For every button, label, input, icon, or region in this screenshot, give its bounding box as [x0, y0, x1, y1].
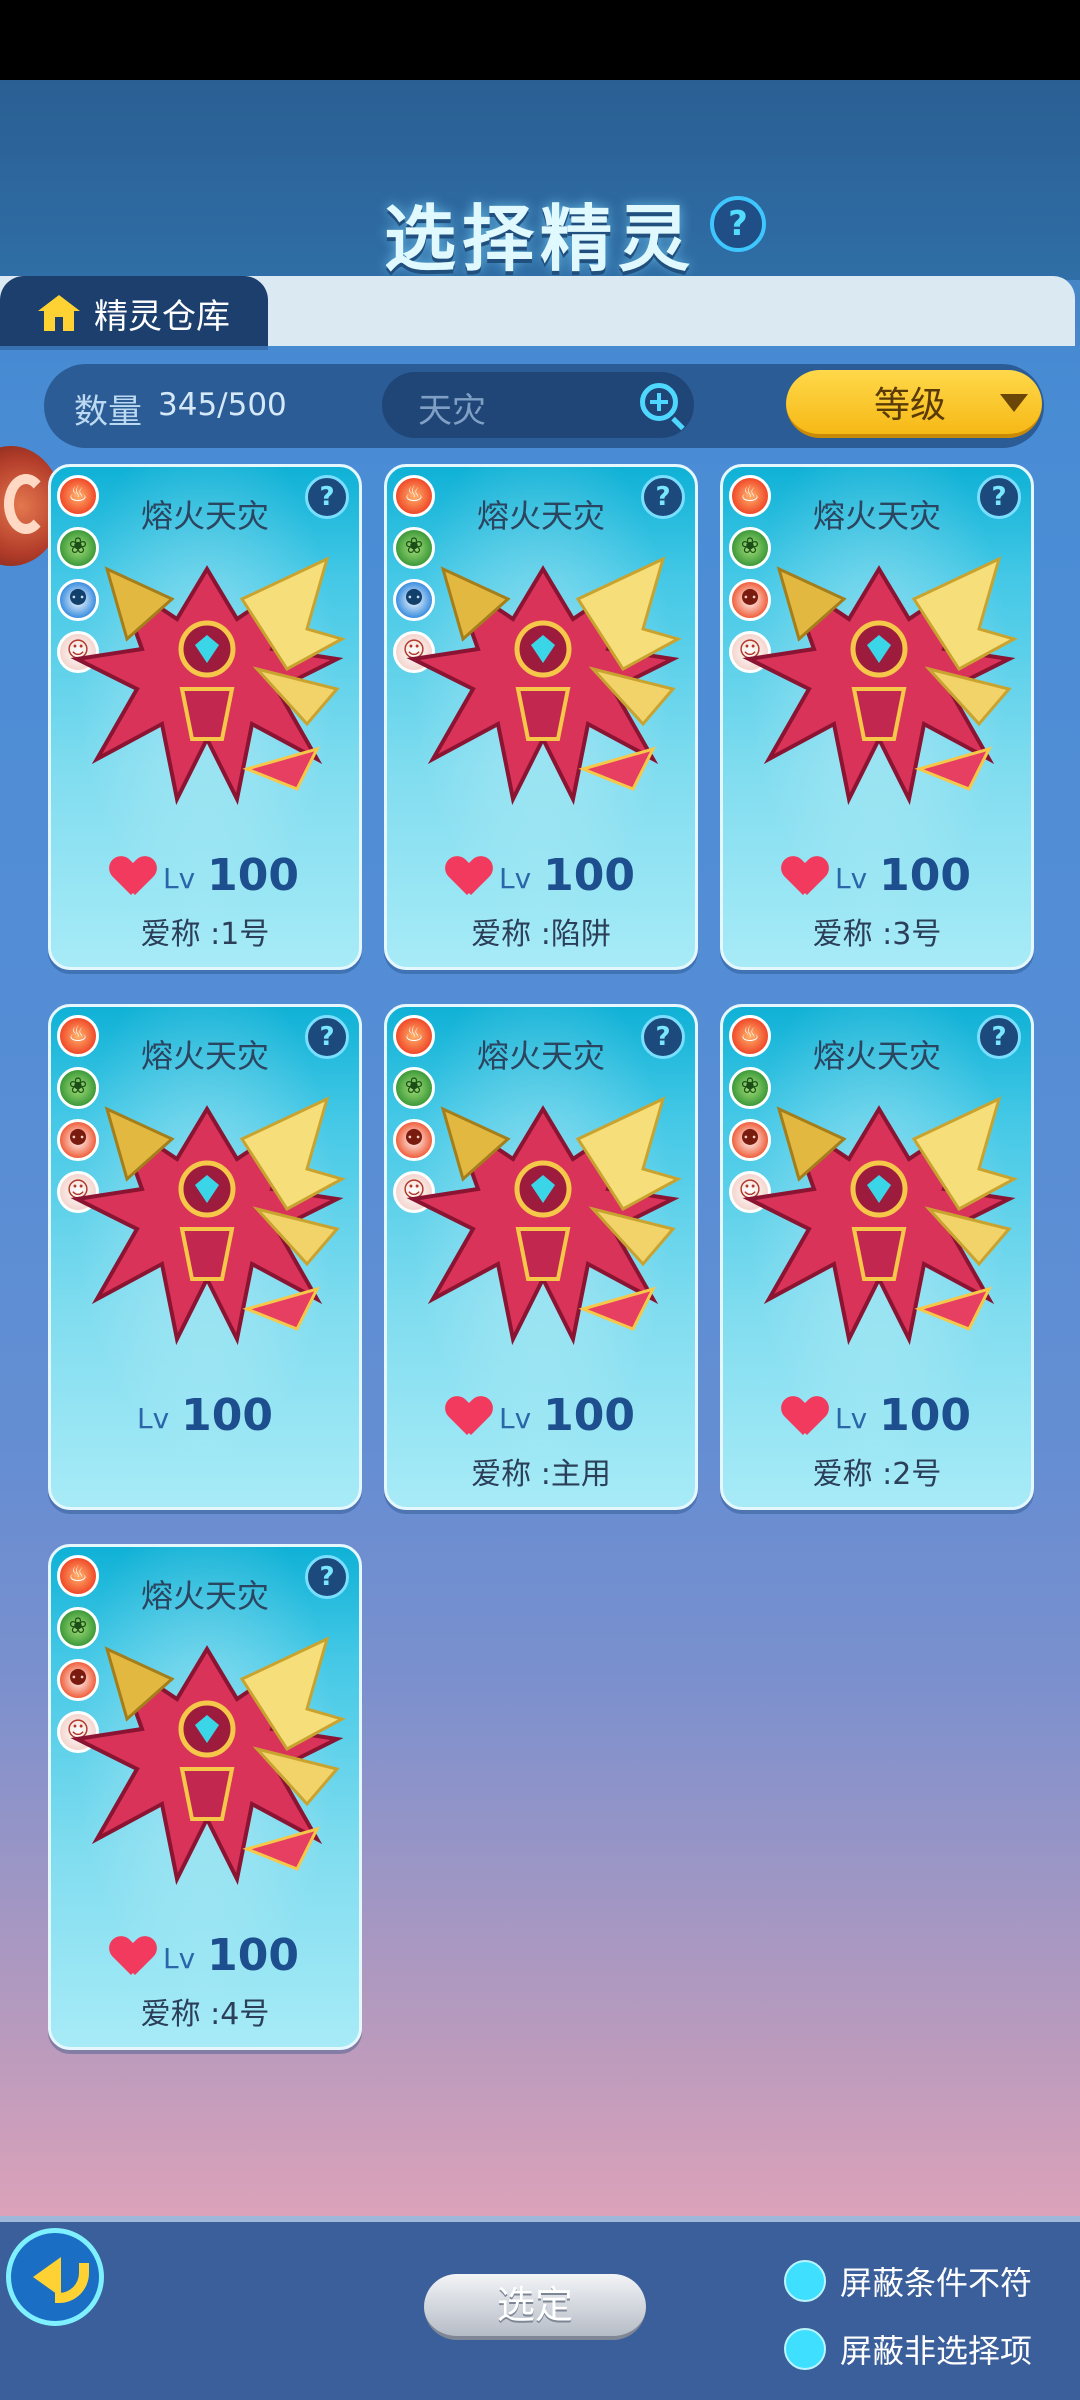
nickname: 爱称 :主用 [471, 1457, 611, 1492]
chevron-down-icon [1000, 394, 1028, 412]
creature-image [70, 1096, 346, 1346]
level-row: Lv 100 [723, 1390, 1031, 1441]
level-value: 100 [879, 1390, 972, 1441]
level-value: 100 [181, 1390, 274, 1441]
level-value: 100 [879, 850, 972, 901]
spirit-card[interactable]: ♨ ❀ ⚉ ☺ 熔火天灾? Lv 100 爱称 :3号 [720, 464, 1034, 970]
count-value: 345/500 [158, 387, 287, 423]
select-button[interactable]: 选定 [424, 2274, 646, 2340]
nickname: 爱称 :3号 [812, 917, 942, 952]
creature-image [406, 1096, 682, 1346]
back-button[interactable] [6, 2228, 104, 2326]
creature-image [742, 1096, 1018, 1346]
footer-divider [0, 2216, 1080, 2222]
heart-icon [111, 1937, 155, 1977]
level-label: Lv [162, 862, 196, 895]
card-help-button[interactable]: ? [305, 475, 349, 519]
creature-image [70, 556, 346, 806]
card-help-button[interactable]: ? [977, 1015, 1021, 1059]
heart-icon [111, 857, 155, 897]
spirit-card[interactable]: ♨ ❀ ⚉ ☺ 熔火天灾? Lv 100 爱称 :2号 [720, 1004, 1034, 1510]
creature-image [70, 1636, 346, 1886]
level-value: 100 [207, 850, 300, 901]
page-title: 选择精灵 [383, 197, 696, 281]
nickname: 爱称 :1号 [140, 917, 270, 952]
level-label: Lv [136, 1402, 170, 1435]
level-value: 100 [543, 1390, 636, 1441]
level-row: Lv 100 [723, 850, 1031, 901]
nickname: 爱称 :4号 [140, 1997, 270, 2032]
level-row: Lv 100 [51, 1390, 359, 1441]
heart-icon [783, 857, 827, 897]
status-bar [0, 0, 1080, 80]
level-row: Lv 100 [51, 1930, 359, 1981]
spirit-card[interactable]: ♨ ❀ ⚉ ☺ 熔火天灾? Lv 100 爱称 :主用 [384, 1004, 698, 1510]
level-label: Lv [162, 1942, 196, 1975]
card-help-button[interactable]: ? [305, 1015, 349, 1059]
level-label: Lv [834, 862, 868, 895]
spirit-card[interactable]: ♨ ❀ ⚉ ☺ 熔火天灾? Lv 100 爱称 :4号 [48, 1544, 362, 2050]
sort-dropdown[interactable]: 等级 [786, 370, 1042, 438]
tab-warehouse-label: 精灵仓库 [94, 296, 230, 337]
nickname: 爱称 :陷阱 [471, 917, 611, 952]
filter-nonselect-toggle[interactable]: 屏蔽非选择项 [784, 2326, 1032, 2372]
level-row: Lv 100 [387, 850, 695, 901]
house-icon [38, 295, 80, 331]
count-label: 数量 [74, 392, 142, 432]
search-icon[interactable] [640, 383, 678, 421]
tab-warehouse[interactable]: 精灵仓库 [0, 276, 268, 350]
spirit-card[interactable]: ♨ ❀ ⚉ ☺ 熔火天灾? Lv 100 [48, 1004, 362, 1510]
card-help-button[interactable]: ? [641, 475, 685, 519]
card-help-button[interactable]: ? [977, 475, 1021, 519]
filter-nonselect-label: 屏蔽非选择项 [840, 2332, 1033, 2370]
heart-icon [783, 1397, 827, 1437]
creature-image [406, 556, 682, 806]
heart-icon [447, 857, 491, 897]
filter-nonselect-checkbox[interactable] [784, 2328, 826, 2370]
level-row: Lv 100 [387, 1390, 695, 1441]
card-help-button[interactable]: ? [641, 1015, 685, 1059]
level-label: Lv [498, 1402, 532, 1435]
creature-image [742, 556, 1018, 806]
level-label: Lv [834, 1402, 868, 1435]
level-value: 100 [207, 1930, 300, 1981]
title-help-button[interactable]: ? [710, 196, 766, 252]
search-text[interactable]: 天灾 [418, 383, 486, 432]
filter-mismatch-label: 屏蔽条件不符 [840, 2264, 1033, 2302]
level-value: 100 [543, 850, 636, 901]
heart-icon [447, 1397, 491, 1437]
filter-mismatch-checkbox[interactable] [784, 2260, 826, 2302]
spirit-card[interactable]: ♨ ❀ ⚉ ☺ 熔火天灾? Lv 100 爱称 :陷阱 [384, 464, 698, 970]
sort-label: 等级 [874, 385, 947, 426]
spirit-card[interactable]: ♨ ❀ ⚉ ☺ 熔火天灾? Lv 100 爱称 :1号 [48, 464, 362, 970]
card-help-button[interactable]: ? [305, 1555, 349, 1599]
level-row: Lv 100 [51, 850, 359, 901]
level-label: Lv [498, 862, 532, 895]
nickname: 爱称 :2号 [812, 1457, 942, 1492]
filter-mismatch-toggle[interactable]: 屏蔽条件不符 [784, 2258, 1032, 2304]
